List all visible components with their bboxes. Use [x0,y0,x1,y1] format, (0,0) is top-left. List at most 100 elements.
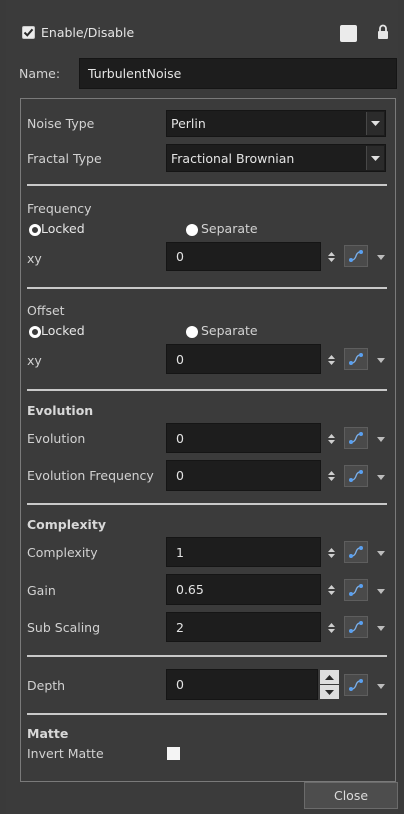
evolution-function-button[interactable] [344,427,368,449]
gain-label: Gain [27,583,56,598]
depth-step-down[interactable] [320,685,339,699]
sub-scaling-field[interactable]: 2 [166,612,321,642]
up-arrow-icon [327,471,335,475]
down-arrow-icon [327,591,335,595]
sub-scaling-label: Sub Scaling [27,620,101,635]
offset-function-button[interactable] [344,348,368,370]
evolution-field[interactable]: 0 [166,423,321,453]
up-arrow-icon [327,252,335,256]
depth-step-up[interactable] [320,670,339,684]
complexity-title: Complexity [27,517,106,532]
checkmark-icon [23,28,34,37]
invert-matte-label: Invert Matte [27,746,104,761]
function-curve-icon [349,584,363,596]
down-arrow-icon [327,477,335,481]
depth-field[interactable]: 0 [166,669,318,700]
up-arrow-icon [327,548,335,552]
gain-field[interactable]: 0.65 [166,574,321,605]
chevron-down-icon [371,121,380,126]
lock-icon[interactable] [377,24,389,43]
frequency-spinner[interactable] [327,250,335,264]
frequency-function-button[interactable] [344,245,368,267]
evolution-frequency-function-button[interactable] [344,465,368,487]
radio-off-icon [186,325,198,338]
noise-type-dropdown[interactable]: Perlin [166,110,386,137]
function-curve-icon [349,432,363,444]
name-field[interactable]: TurbulentNoise [79,58,397,89]
evolution-label: Evolution [27,431,86,446]
sub-scaling-function-button[interactable] [344,616,368,638]
sub-scaling-spinner[interactable] [327,621,335,635]
gain-function-button[interactable] [344,579,368,601]
offset-separate-radio[interactable]: Separate [186,323,258,338]
offset-menu-caret[interactable] [377,358,385,363]
down-arrow-icon [325,689,334,695]
frequency-title: Frequency [27,201,92,216]
function-curve-icon [349,679,363,691]
noise-type-value: Perlin [171,116,206,131]
function-curve-icon [349,546,363,558]
complexity-field[interactable]: 1 [166,537,321,567]
fractal-type-arrow [366,146,384,170]
depth-function-button[interactable] [344,674,368,696]
offset-locked-radio[interactable]: Locked [29,323,85,338]
offset-spinner[interactable] [327,353,335,367]
evolution-frequency-label: Evolution Frequency [27,468,154,483]
radio-off-icon [186,223,198,236]
radio-on-icon [29,325,41,338]
evolution-frequency-menu-caret[interactable] [377,475,385,480]
evolution-frequency-spinner[interactable] [327,469,335,483]
color-swatch[interactable] [340,25,357,42]
evolution-spinner[interactable] [327,432,335,446]
offset-separate-label: Separate [201,323,258,338]
gain-spinner[interactable] [327,583,335,597]
down-arrow-icon [327,361,335,365]
complexity-spinner[interactable] [327,546,335,560]
function-curve-icon [349,353,363,365]
invert-matte-checkbox[interactable] [167,747,180,760]
separator [27,287,387,289]
up-arrow-icon [327,585,335,589]
enable-checkbox[interactable] [22,26,35,39]
frequency-separate-radio[interactable]: Separate [186,221,258,236]
fractal-type-label: Fractal Type [27,151,102,166]
depth-stepper[interactable] [320,670,339,699]
name-label: Name: [19,66,61,81]
complexity-label: Complexity [27,545,98,560]
evolution-frequency-field[interactable]: 0 [166,460,321,491]
evolution-title: Evolution [27,403,94,418]
frequency-xy-field[interactable]: 0 [166,242,321,271]
separator [27,184,387,186]
depth-label: Depth [27,678,66,693]
down-arrow-icon [327,258,335,262]
fractal-type-value: Fractional Brownian [171,150,295,166]
frequency-xy-label: xy [27,251,42,266]
evolution-menu-caret[interactable] [377,437,385,442]
separator [27,655,387,657]
fractal-type-dropdown[interactable]: Fractional Brownian [166,144,386,172]
close-button[interactable]: Close [304,782,398,809]
separator [27,713,387,715]
frequency-menu-caret[interactable] [377,255,385,260]
complexity-menu-caret[interactable] [377,551,385,556]
frequency-locked-label: Locked [41,221,85,236]
down-arrow-icon [327,440,335,444]
down-arrow-icon [327,629,335,633]
chevron-down-icon [371,155,380,161]
noise-type-label: Noise Type [27,116,95,131]
gain-menu-caret[interactable] [377,589,385,594]
matte-title: Matte [27,726,69,741]
offset-xy-label: xy [27,353,42,368]
up-arrow-icon [327,434,335,438]
function-curve-icon [349,470,363,482]
radio-on-icon [29,223,41,236]
depth-menu-caret[interactable] [377,684,385,689]
sub-scaling-menu-caret[interactable] [377,626,385,631]
up-arrow-icon [325,674,334,680]
separator [27,389,387,391]
offset-xy-field[interactable]: 0 [166,344,321,374]
complexity-function-button[interactable] [344,541,368,563]
up-arrow-icon [327,623,335,627]
frequency-locked-radio[interactable]: Locked [29,221,85,236]
offset-locked-label: Locked [41,323,85,338]
